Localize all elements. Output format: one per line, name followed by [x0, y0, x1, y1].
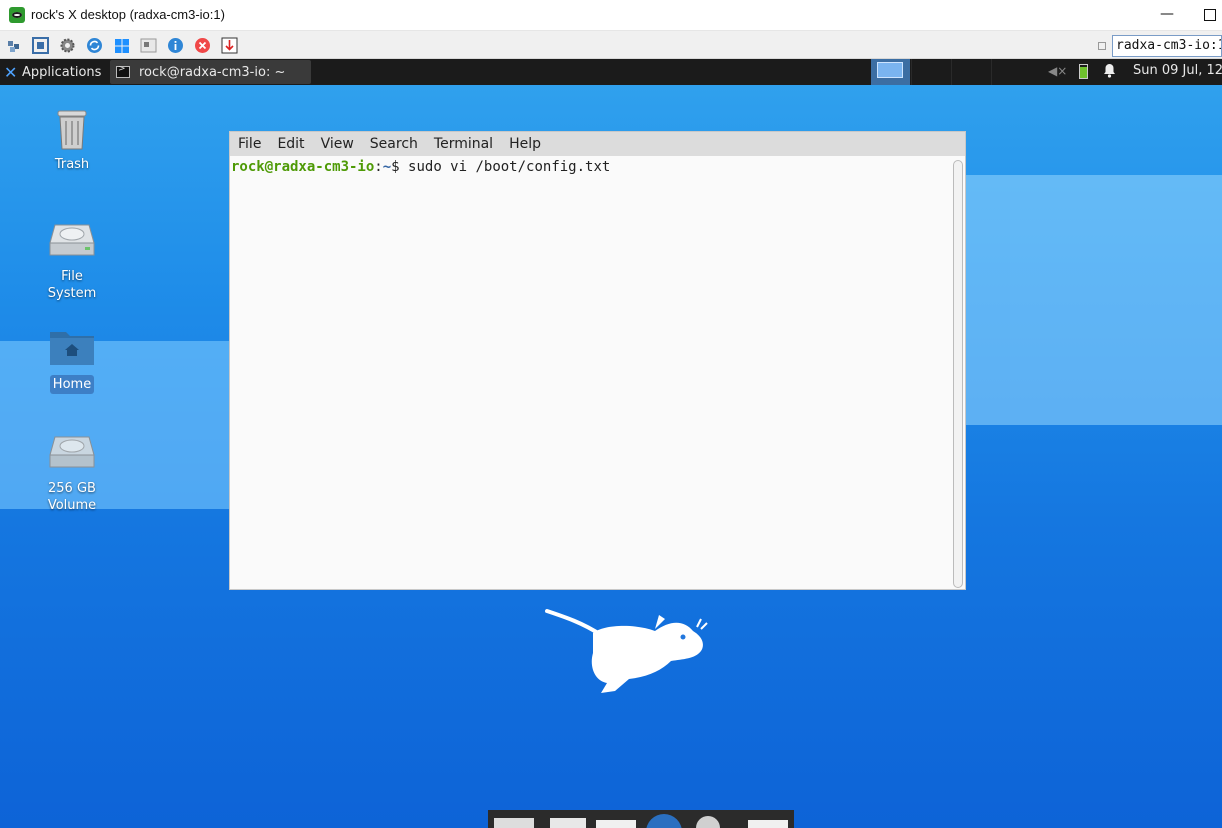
dock-folder-icon[interactable] [748, 820, 788, 828]
dock-web-browser-icon[interactable] [646, 814, 682, 828]
menu-file[interactable]: File [238, 136, 261, 152]
desktop-icon-home[interactable]: Home [32, 327, 112, 394]
notification-bell-icon[interactable] [1103, 63, 1116, 82]
terminal-scrollbar[interactable] [953, 160, 963, 588]
desktop-icon-label: Trash [54, 157, 90, 172]
prompt-path: ~ [382, 159, 392, 175]
trash-icon [57, 109, 87, 150]
applications-label: Applications [22, 64, 102, 80]
dock-file-manager-icon[interactable] [596, 820, 636, 828]
desktop-icon-label: File System [47, 269, 97, 301]
settings-icon[interactable] [59, 37, 76, 54]
taskbar-item-label: rock@radxa-cm3-io: ~ [139, 64, 286, 80]
window-title: rock's X desktop (radxa-cm3-io:1) [31, 7, 225, 22]
file-transfer-icon[interactable] [221, 37, 238, 54]
fullscreen-icon[interactable] [32, 37, 49, 54]
menu-edit[interactable]: Edit [277, 136, 304, 152]
options-icon[interactable] [5, 37, 22, 54]
dock-terminal-icon[interactable] [550, 818, 586, 828]
command-text: sudo vi /boot/config.txt [408, 159, 611, 175]
toolbar-toggle[interactable] [1098, 42, 1106, 50]
vnc-toolbar: radxa-cm3-io:1 [0, 31, 1222, 59]
prompt-symbol: $ [391, 159, 409, 175]
menu-help[interactable]: Help [509, 136, 541, 152]
vnc-app-icon [9, 7, 25, 23]
volume-muted-icon[interactable]: ◀× [1048, 64, 1067, 78]
taskbar-item-terminal[interactable]: rock@radxa-cm3-io: ~ [110, 60, 311, 84]
windows-key-icon[interactable] [113, 37, 130, 54]
workspace-4[interactable] [991, 59, 1030, 85]
info-icon[interactable] [167, 37, 184, 54]
prompt-separator: : [374, 159, 383, 175]
desktop-icon-trash[interactable]: Trash [32, 109, 112, 174]
disconnect-icon[interactable] [194, 37, 211, 54]
host-address-field[interactable]: radxa-cm3-io:1 [1112, 35, 1222, 57]
menu-search[interactable]: Search [370, 136, 418, 152]
clock[interactable]: Sun 09 Jul, 12 [1133, 63, 1222, 78]
desktop-icon-label: 256 GB Volume [47, 481, 97, 513]
dock [488, 810, 794, 828]
terminal-window[interactable]: File Edit View Search Terminal Help rock… [229, 131, 966, 590]
desktop-icon-256gb-volume[interactable]: 256 GB Volume [32, 433, 112, 515]
hard-drive-icon [49, 433, 95, 471]
desktop-icon-file-system[interactable]: File System [32, 221, 112, 303]
vnc-title-bar: rock's X desktop (radxa-cm3-io:1) — [0, 0, 1222, 31]
menu-terminal[interactable]: Terminal [434, 136, 493, 152]
workspace-2[interactable] [911, 59, 950, 85]
ctrl-alt-del-icon[interactable] [140, 37, 157, 54]
applications-menu[interactable]: ✕ Applications [0, 59, 107, 85]
desktop-icon-label: Home [49, 375, 95, 394]
battery-icon[interactable] [1079, 64, 1088, 79]
workspace-3[interactable] [951, 59, 990, 85]
wallpaper-band [966, 175, 1222, 425]
hard-drive-icon [49, 221, 95, 259]
top-panel: ✕ Applications rock@radxa-cm3-io: ~ ◀× S… [0, 59, 1222, 85]
terminal-menubar: File Edit View Search Terminal Help [230, 132, 965, 156]
xfce-mouse-logo [543, 607, 709, 699]
terminal-icon [116, 64, 130, 78]
terminal-output[interactable]: rock@radxa-cm3-io:~$ sudo vi /boot/confi… [230, 156, 952, 590]
workspace-1[interactable] [871, 59, 910, 85]
refresh-icon[interactable] [86, 37, 103, 54]
xfce-logo-icon: ✕ [4, 62, 18, 82]
maximize-button[interactable] [1204, 9, 1216, 21]
prompt-user: rock@radxa-cm3-io [231, 159, 375, 175]
dock-app-finder-icon[interactable] [696, 816, 720, 828]
menu-view[interactable]: View [321, 136, 354, 152]
dock-show-desktop-icon[interactable] [494, 818, 534, 828]
minimize-button[interactable]: — [1158, 4, 1176, 26]
home-folder-icon [49, 327, 95, 367]
